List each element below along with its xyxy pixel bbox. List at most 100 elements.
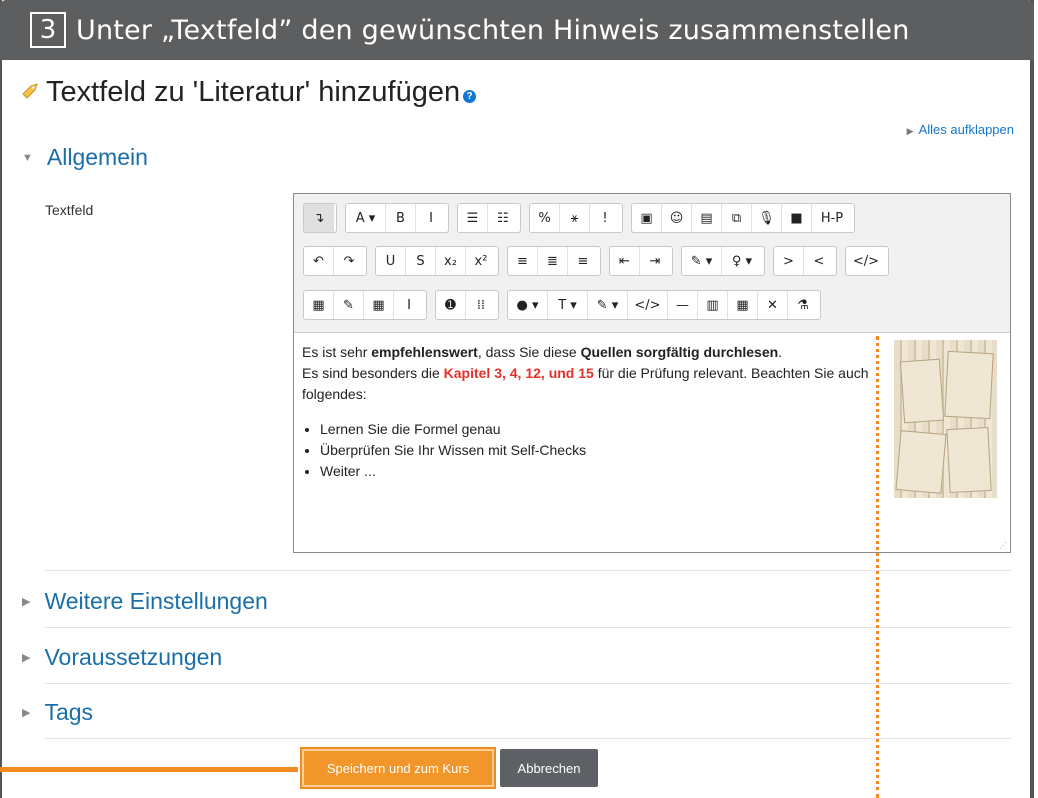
toolbar-button[interactable]: ➊ <box>436 291 466 319</box>
toolbar-button[interactable]: ⚹ <box>560 204 590 232</box>
list-item: Überprüfen Sie Ihr Wissen mit Self-Check… <box>320 440 877 461</box>
help-icon[interactable]: ? <box>463 90 477 103</box>
expand-all-label: Alles aufklappen <box>918 122 1014 137</box>
section-restrictions-label: Voraussetzungen <box>44 644 223 670</box>
toolbar-group: ✎ ▾ ♀ ▾ <box>681 246 765 276</box>
toolbar-button[interactable]: I <box>394 291 424 319</box>
section-more-settings-label: Weitere Einstellungen <box>44 588 268 614</box>
toolbar-button[interactable]: S <box>406 247 436 275</box>
toolbar-button[interactable]: ● ▾ <box>508 291 548 319</box>
content-line-2: Es sind besonders die Kapitel 3, 4, 12, … <box>302 365 869 402</box>
save-and-return-button[interactable]: Speichern und zum Kurs <box>300 747 496 789</box>
divider <box>44 627 1011 628</box>
list-item: Weiter ... <box>320 461 877 482</box>
toolbar-button[interactable]: ▥ <box>698 291 728 319</box>
content-bullet-list: Lernen Sie die Formel genau Überprüfen S… <box>302 419 877 482</box>
page-title: Textfeld zu 'Literatur' hinzufügen <box>46 76 461 108</box>
dotted-annotation-line <box>876 336 879 798</box>
editor-toolbar: ↴ A ▾ B I ☰ ☷% ⚹! ▣ ☺ ▤ ⧉ 🎙 ■ H-P ↶ ↷ U Sx₂ x² ≡ ≣ ≡ ⇤ ⇥ ✎ ▾ ♀ ▾ >… <box>294 194 1010 333</box>
page-header: Textfeld zu 'Literatur' hinzufügen ? <box>20 76 477 109</box>
toolbar-button[interactable]: — <box>668 291 698 319</box>
toolbar-button[interactable]: ⚗ <box>788 291 818 319</box>
toolbar-button[interactable]: < <box>804 247 834 275</box>
toolbar-button[interactable]: ≡ <box>508 247 538 275</box>
toolbar-button[interactable]: A ▾ <box>346 204 386 232</box>
toolbar-button[interactable]: ▦ <box>304 291 334 319</box>
section-tags-label: Tags <box>44 699 94 725</box>
divider <box>44 683 1011 684</box>
toolbar-button[interactable]: ✎ ▾ <box>682 247 722 275</box>
toolbar-button[interactable]: U <box>376 247 406 275</box>
toolbar-button[interactable]: ■ <box>782 204 812 232</box>
toolbar-button[interactable]: % <box>530 204 560 232</box>
toolbar-button[interactable]: B <box>386 204 416 232</box>
toolbar-button[interactable]: ⇤ <box>610 247 640 275</box>
book-image[interactable] <box>894 340 997 498</box>
toolbar-button[interactable]: > <box>774 247 804 275</box>
toolbar-button[interactable]: ⧉ <box>722 204 752 232</box>
cancel-button[interactable]: Abbrechen <box>500 749 598 787</box>
toolbar-group: % ⚹! <box>529 203 623 233</box>
toolbar-group: ⇤ ⇥ <box>609 246 673 276</box>
toolbar-button[interactable]: ☰ <box>458 204 488 232</box>
instruction-banner: 3 Unter „Textfeld” den gewünschten Hinwe… <box>0 0 1034 60</box>
toolbar-group: ↶ ↷ <box>303 246 367 276</box>
toolbar-button[interactable]: ↴ <box>304 204 334 232</box>
toolbar-group: ↴ <box>303 203 337 233</box>
annotation-pointer-line <box>0 767 298 772</box>
resize-handle[interactable]: ⋰ <box>999 541 1007 550</box>
toolbar-button[interactable]: ☷ <box>488 204 518 232</box>
toolbar-button[interactable]: ↷ <box>334 247 364 275</box>
section-general[interactable]: ▼ Allgemein <box>22 144 148 171</box>
toolbar-button[interactable]: x² <box>466 247 496 275</box>
toolbar-button[interactable]: ▦ <box>364 291 394 319</box>
toolbar-button[interactable]: x₂ <box>436 247 466 275</box>
toolbar-button[interactable]: ▦ <box>728 291 758 319</box>
toolbar-button[interactable]: </> <box>628 291 668 319</box>
toolbar-button[interactable]: ↶ <box>304 247 334 275</box>
toolbar-button[interactable]: ▣ <box>632 204 662 232</box>
section-general-label: Allgemein <box>46 144 148 170</box>
toolbar-button[interactable]: 🎙 <box>752 204 782 232</box>
triangle-right-icon: ▶ <box>22 707 31 719</box>
toolbar-button[interactable]: ≣ <box>538 247 568 275</box>
content-line-1: Es ist sehr empfehlenswert, dass Sie die… <box>302 344 783 360</box>
toolbar-button[interactable]: ☺ <box>662 204 692 232</box>
toolbar-button[interactable]: ⁞⁞ <box>466 291 496 319</box>
toolbar-button[interactable]: ▤ <box>692 204 722 232</box>
expand-all-link[interactable]: ▶ Alles aufklappen <box>907 122 1014 137</box>
step-number: 3 <box>30 12 66 48</box>
triangle-right-icon: ▶ <box>22 652 31 664</box>
toolbar-button[interactable]: ♀ ▾ <box>722 247 762 275</box>
list-item: Lernen Sie die Formel genau <box>320 419 877 440</box>
toolbar-button[interactable]: ! <box>590 204 620 232</box>
toolbar-group: ☰ ☷ <box>457 203 521 233</box>
toolbar-button[interactable]: ✎ ▾ <box>588 291 628 319</box>
section-more-settings[interactable]: ▶ Weitere Einstellungen <box>22 588 268 615</box>
toolbar-group: U Sx₂ x² <box>375 246 499 276</box>
toolbar-group: </> <box>845 246 889 276</box>
banner-text: Unter „Textfeld” den gewünschten Hinweis… <box>76 14 910 46</box>
divider <box>44 570 1011 571</box>
divider <box>44 738 1011 739</box>
toolbar-button[interactable]: ✎ <box>334 291 364 319</box>
textfield-label: Textfeld <box>45 202 94 218</box>
toolbar-button[interactable]: ✕ <box>758 291 788 319</box>
toolbar-group: A ▾ B I <box>345 203 449 233</box>
toolbar-group: ● ▾ T ▾ ✎ ▾ </> — ▥ ▦ ✕ ⚗ <box>507 290 821 320</box>
toolbar-group: ▦ ✎ ▦ I <box>303 290 427 320</box>
section-restrictions[interactable]: ▶ Voraussetzungen <box>22 644 222 671</box>
toolbar-group: > < <box>773 246 837 276</box>
toolbar-button[interactable]: ⇥ <box>640 247 670 275</box>
section-tags[interactable]: ▶ Tags <box>22 699 93 726</box>
toolbar-button[interactable]: I <box>416 204 446 232</box>
toolbar-button[interactable]: T ▾ <box>548 291 588 319</box>
toolbar-button[interactable]: </> <box>846 247 886 275</box>
triangle-right-icon: ▶ <box>906 126 914 136</box>
text-editor[interactable]: ↴ A ▾ B I ☰ ☷% ⚹! ▣ ☺ ▤ ⧉ 🎙 ■ H-P ↶ ↷ U Sx₂ x² ≡ ≣ ≡ ⇤ ⇥ ✎ ▾ ♀ ▾ >… <box>293 193 1011 553</box>
toolbar-button[interactable]: H-P <box>812 204 852 232</box>
triangle-down-icon: ▼ <box>22 151 33 164</box>
editor-content[interactable]: Es ist sehr empfehlenswert, dass Sie die… <box>302 342 877 482</box>
toolbar-button[interactable]: ≡ <box>568 247 598 275</box>
toolbar-group: ▣ ☺ ▤ ⧉ 🎙 ■ H-P <box>631 203 855 233</box>
